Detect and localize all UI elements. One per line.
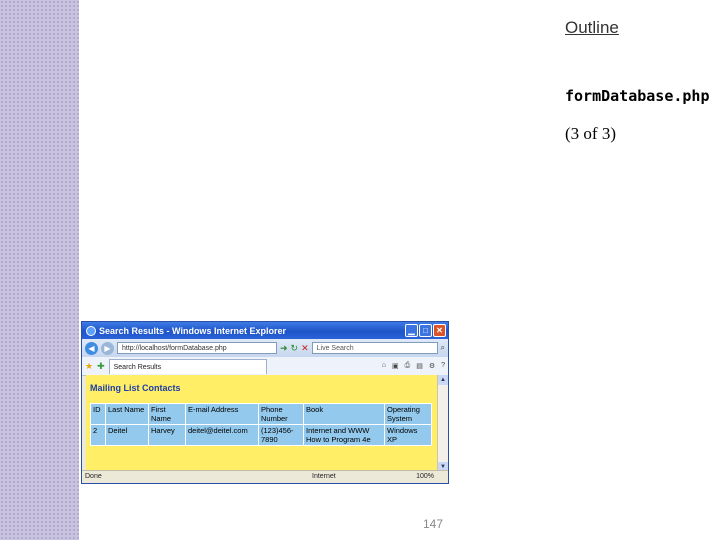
forward-button[interactable]: ▶ xyxy=(101,341,114,355)
help-icon[interactable]: ? xyxy=(441,362,445,370)
window-title: Search Results - Windows Internet Explor… xyxy=(99,325,286,336)
stop-icon[interactable]: ✕ xyxy=(301,343,309,354)
feeds-icon[interactable]: ▣ xyxy=(392,362,399,370)
cell-phone: (123)456-7890 xyxy=(259,425,303,445)
zoom-level[interactable]: 100% xyxy=(416,471,434,483)
contacts-table: ID Last Name First Name E-mail Address P… xyxy=(90,403,432,446)
header-cell-phone: Phone Number xyxy=(259,404,303,424)
table-row: 2 Deitel Harvey deitel@deitel.com (123)4… xyxy=(91,425,431,445)
refresh-icon[interactable]: ↻ xyxy=(291,343,299,354)
header-cell-id: ID xyxy=(91,404,105,424)
minimize-button[interactable]: ▁ xyxy=(405,324,418,337)
internet-explorer-icon xyxy=(86,325,96,336)
header-cell-last-name: Last Name xyxy=(106,404,148,424)
header-cell-email: E-mail Address xyxy=(186,404,258,424)
header-cell-first-name: First Name xyxy=(149,404,185,424)
address-input[interactable]: http://localhost/formDatabase.php xyxy=(117,342,277,354)
tools-menu-icon[interactable]: ⚙ xyxy=(429,362,435,370)
command-bar: ⌂ ▣ ⎙ ▤ ⚙ ? xyxy=(382,362,445,370)
vertical-scrollbar[interactable]: ▲ ▼ xyxy=(437,375,448,472)
status-text: Done xyxy=(85,473,102,480)
tab-search-results[interactable]: Search Results xyxy=(108,358,267,374)
decorative-left-band xyxy=(0,0,79,540)
table-header-row: ID Last Name First Name E-mail Address P… xyxy=(91,404,431,424)
scroll-up-arrow-icon[interactable]: ▲ xyxy=(438,375,448,385)
back-button[interactable]: ◀ xyxy=(85,341,98,355)
cell-first-name: Harvey xyxy=(149,425,185,445)
outline-link[interactable]: Outline xyxy=(565,18,619,38)
title-bar: Search Results - Windows Internet Explor… xyxy=(82,322,448,339)
browser-window: Search Results - Windows Internet Explor… xyxy=(81,321,449,484)
window-controls: ▁ □ ✕ xyxy=(405,324,448,337)
favorites-star-icon[interactable]: ★ xyxy=(85,361,93,372)
header-cell-book: Book xyxy=(304,404,384,424)
favorites-tab-row: ★ ✚ Search Results ⌂ ▣ ⎙ ▤ ⚙ ? xyxy=(82,357,448,376)
security-zone: Internet xyxy=(312,473,336,480)
maximize-button[interactable]: □ xyxy=(419,324,432,337)
print-icon[interactable]: ⎙ xyxy=(405,362,411,370)
go-icon[interactable]: ➜ xyxy=(280,343,288,354)
header-cell-os: Operating System xyxy=(385,404,431,424)
cell-last-name: Deitel xyxy=(106,425,148,445)
add-favorite-icon[interactable]: ✚ xyxy=(97,361,105,372)
home-icon[interactable]: ⌂ xyxy=(382,362,386,370)
close-button[interactable]: ✕ xyxy=(433,324,446,337)
cell-id: 2 xyxy=(91,425,105,445)
page-indicator: (3 of 3) xyxy=(565,124,616,143)
cell-os: Windows XP xyxy=(385,425,431,445)
search-icon[interactable]: ⌕ xyxy=(441,343,445,353)
file-name: formDatabase.php xyxy=(565,87,710,105)
slide-number: 147 xyxy=(423,517,444,531)
status-bar: Done Internet 100% xyxy=(82,470,448,483)
page-heading: Mailing List Contacts xyxy=(90,383,181,393)
address-bar-row: ◀ ▶ http://localhost/formDatabase.php ➜ … xyxy=(82,339,448,357)
page-menu-icon[interactable]: ▤ xyxy=(416,362,423,370)
page-content: Mailing List Contacts ID Last Name First… xyxy=(86,375,439,472)
cell-book: Internet and WWW How to Program 4e xyxy=(304,425,384,445)
cell-email: deitel@deitel.com xyxy=(186,425,258,445)
search-input[interactable]: Live Search xyxy=(311,342,438,354)
